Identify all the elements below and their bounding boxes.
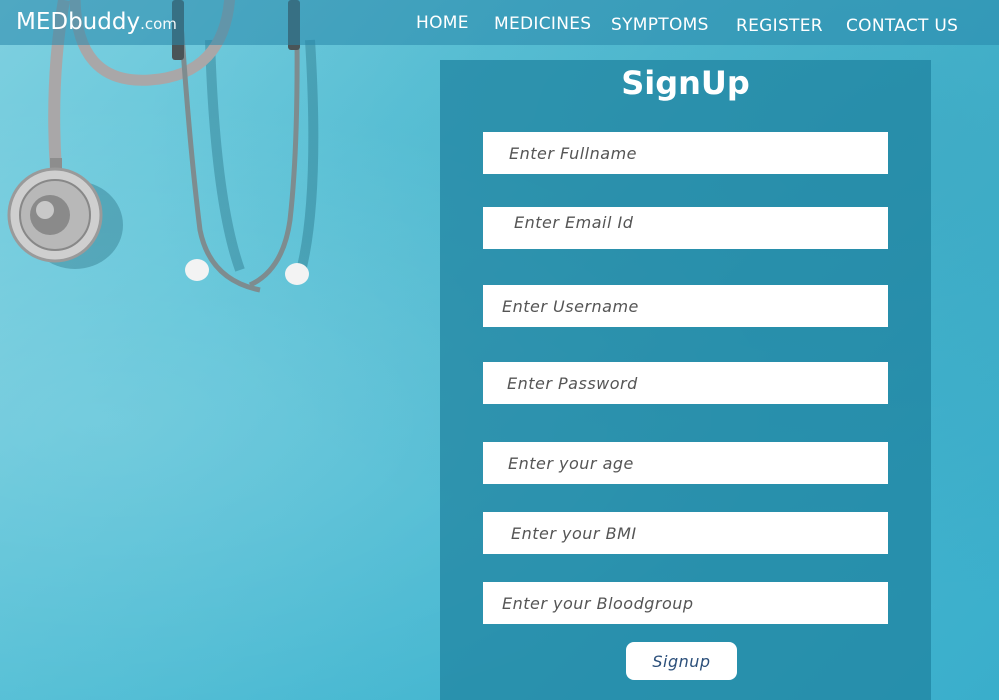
signup-panel: SignUp Signup xyxy=(440,60,931,700)
username-input[interactable] xyxy=(483,285,888,327)
stethoscope-image xyxy=(7,0,319,293)
nav-medicines[interactable]: MEDICINES xyxy=(494,14,591,34)
nav-contact-us[interactable]: CONTACT US xyxy=(846,16,958,36)
brand-suffix: .com xyxy=(140,15,177,33)
signup-button[interactable]: Signup xyxy=(626,642,737,680)
brand-logo[interactable]: MEDbuddy.com xyxy=(16,9,177,35)
nav-register[interactable]: REGISTER xyxy=(736,16,823,36)
brand-name: MEDbuddy xyxy=(16,9,141,35)
bmi-input[interactable] xyxy=(483,512,888,554)
signup-title: SignUp xyxy=(621,64,750,102)
navbar: MEDbuddy.com HOME MEDICINES SYMPTOMS REG… xyxy=(0,0,999,45)
email-input[interactable] xyxy=(483,207,888,249)
nav-home[interactable]: HOME xyxy=(416,13,469,33)
fullname-input[interactable] xyxy=(483,132,888,174)
age-input[interactable] xyxy=(483,442,888,484)
nav-symptoms[interactable]: SYMPTOMS xyxy=(611,15,709,35)
password-input[interactable] xyxy=(483,362,888,404)
bloodgroup-input[interactable] xyxy=(483,582,888,624)
